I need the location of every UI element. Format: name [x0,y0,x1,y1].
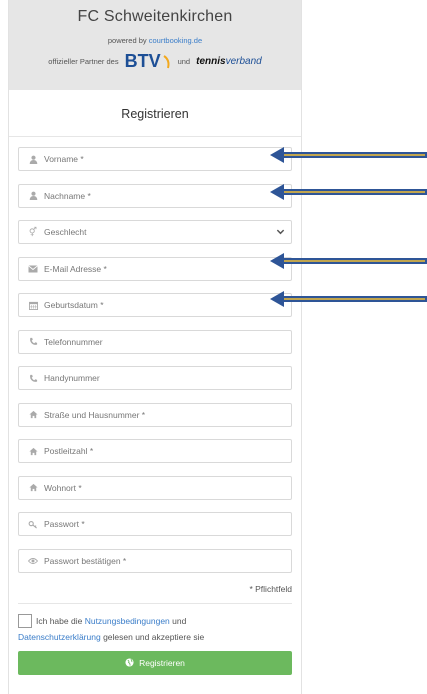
partner-row: offizieller Partner des BTV und tennisve… [9,51,301,72]
email-field[interactable]: E-Mail Adresse * [18,256,292,281]
powered-by-label: powered by [107,36,147,45]
registration-card: FC Schweitenkirchen powered by courtbook… [8,0,302,694]
club-header: FC Schweitenkirchen powered by courtbook… [9,0,301,90]
privacy-link[interactable]: Datenschutzerklärung [18,632,101,642]
user-icon [26,155,40,164]
password-field[interactable]: Passwort * [18,512,292,536]
home-icon [26,447,40,456]
phone-field[interactable]: Telefonnummer [18,329,292,354]
home-icon [26,410,40,419]
envelope-icon [26,264,40,273]
club-title: FC Schweitenkirchen [77,8,233,25]
first-name-field[interactable]: Vorname * [18,147,292,171]
btv-logo-text: BTV [124,51,161,71]
last-name-placeholder: Nachname * [44,190,91,201]
birthdate-field[interactable]: Geburtsdatum * [18,293,292,317]
first-name-placeholder: Vorname * [44,154,84,164]
tennisverband-logo: tennisverband [196,55,262,67]
password-confirm-placeholder: Passwort bestätigen * [44,555,127,566]
street-placeholder: Straße und Hausnummer * [44,409,146,420]
divider [18,603,292,604]
und-text: und [177,57,191,66]
gender-select[interactable]: ⚥ Geschlecht [18,220,292,244]
birthdate-placeholder: Geburtsdatum * [44,300,104,310]
terms-agreement: Ich habe die Nutzungsbedingungen und Dat… [18,613,292,645]
globe-icon [125,657,134,669]
btv-swoosh-icon [162,54,170,68]
powered-by: powered by courtbooking.de [9,36,301,45]
home-icon [26,483,40,492]
mobile-field[interactable]: Handynummer [18,366,292,390]
gender-icon: ⚥ [28,226,38,237]
city-field[interactable]: Wohnort * [18,475,292,500]
form-fields: Vorname * Nachname * ⚥ Geschlecht E-Mail… [9,137,301,675]
password-placeholder: Passwort * [44,519,85,529]
password-confirm-field[interactable]: Passwort bestätigen * [18,548,292,573]
user-icon [26,191,40,200]
agree-suffix: gelesen und akzeptiere sie [103,632,205,642]
key-icon [26,520,40,529]
agree-und: und [172,616,187,626]
btv-logo: BTV [125,51,172,72]
postal-code-field[interactable]: Postleitzahl * [18,439,292,463]
terms-link[interactable]: Nutzungsbedingungen [85,616,170,626]
calendar-icon [26,301,40,310]
phone-placeholder: Telefonnummer [44,336,103,347]
gender-placeholder: Geschlecht [44,227,87,237]
mobile-placeholder: Handynummer [44,373,100,383]
partner-text: offizieller Partner des [48,57,119,66]
city-placeholder: Wohnort * [44,482,82,493]
annotation-arrow-icon [270,184,427,200]
required-note: * Pflichtfeld [249,584,292,594]
annotation-arrow-icon [270,147,427,163]
tennis-logo-rest: verband [225,55,262,67]
terms-checkbox[interactable] [18,614,32,628]
form-title: Registrieren [9,90,301,137]
postal-code-placeholder: Postleitzahl * [44,446,94,456]
register-button-label: Registrieren [139,658,185,668]
register-button[interactable]: Registrieren [18,651,292,675]
phone-icon [26,374,40,383]
last-name-field[interactable]: Nachname * [18,183,292,208]
email-placeholder: E-Mail Adresse * [44,263,107,274]
agree-prefix: Ich habe die [36,616,83,626]
tennis-logo-bold: tennis [196,55,226,67]
phone-icon [26,337,40,346]
annotation-arrow-icon [270,253,427,269]
annotation-arrow-icon [270,291,427,307]
eye-icon [26,557,40,565]
chevron-down-icon [276,227,285,238]
courtbooking-link[interactable]: courtbooking.de [149,36,202,45]
street-field[interactable]: Straße und Hausnummer * [18,402,292,427]
